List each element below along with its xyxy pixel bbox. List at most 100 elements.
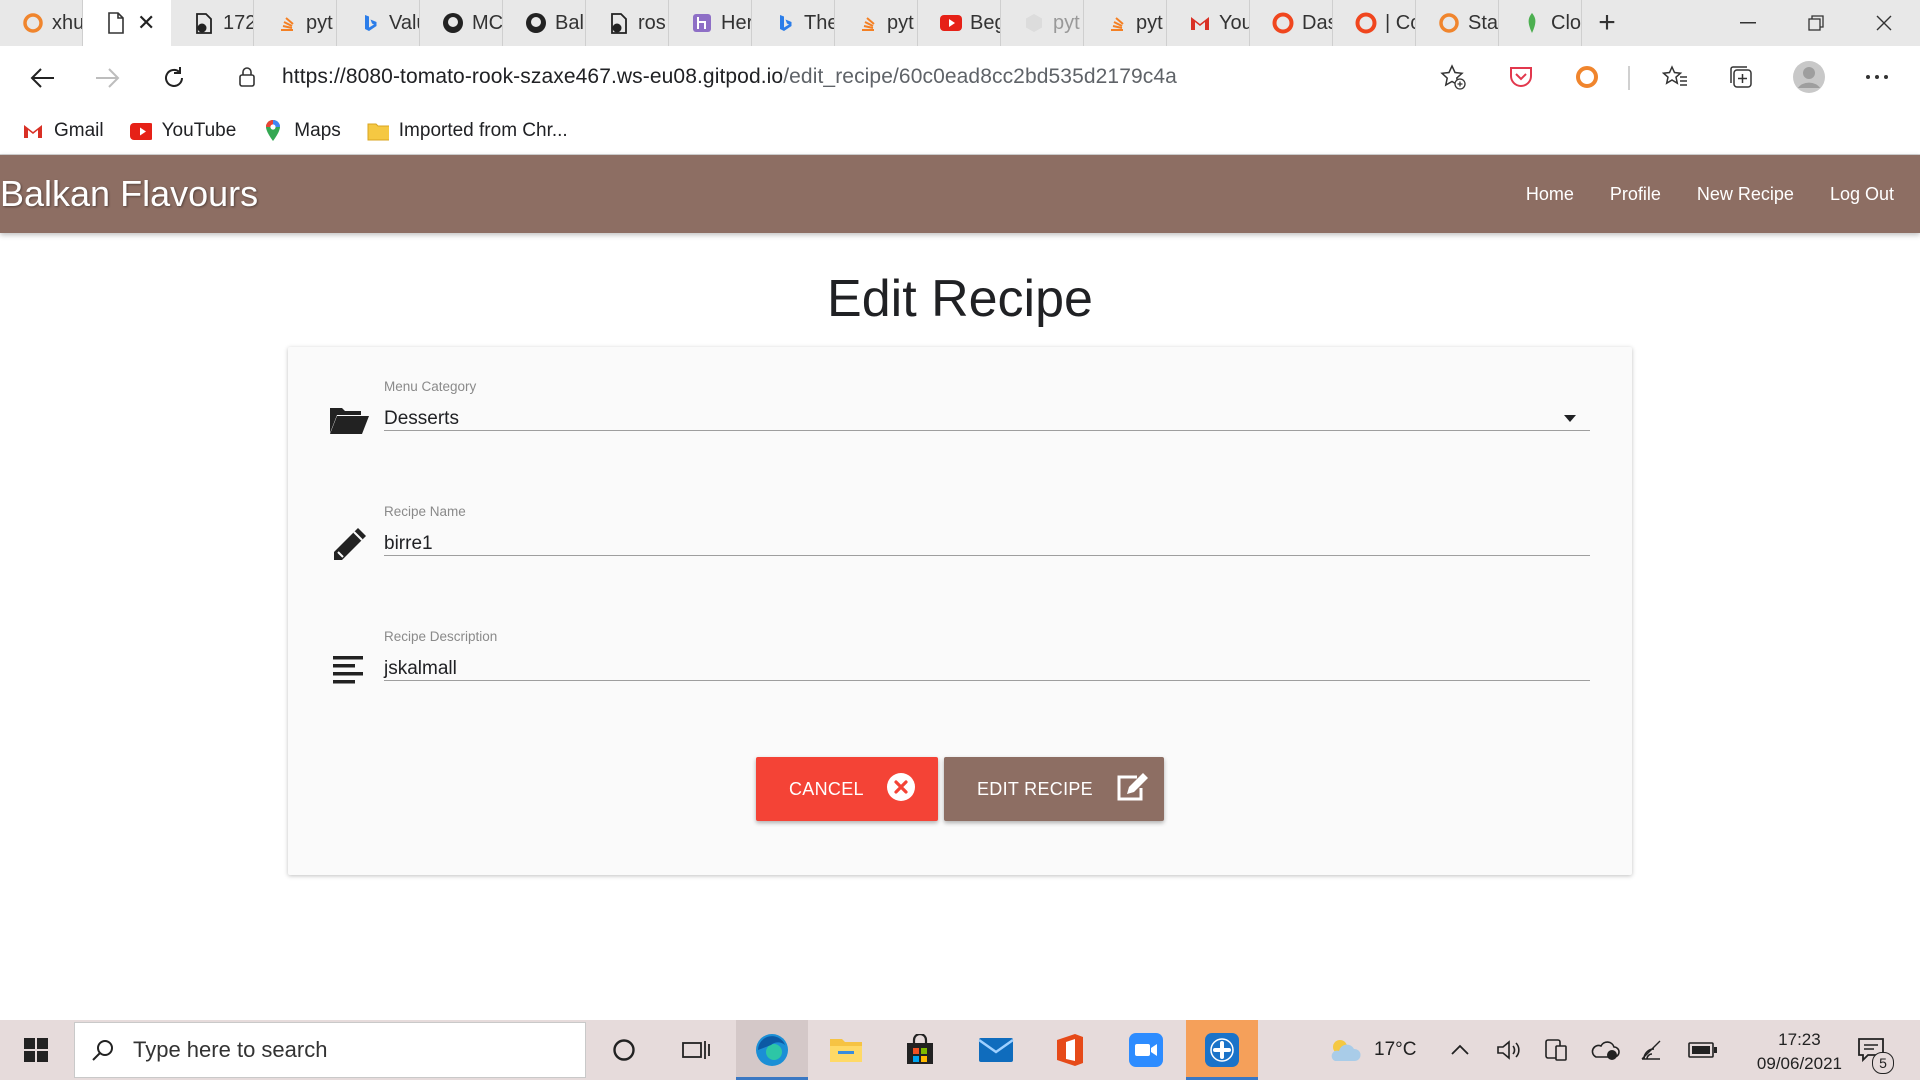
network-button[interactable] (1640, 1020, 1666, 1080)
weather-widget[interactable]: 17°C (1328, 1020, 1416, 1080)
browser-tab[interactable]: 172 (171, 0, 254, 46)
bookmark-label: Maps (294, 120, 341, 141)
browser-tab[interactable]: Beg (918, 0, 1001, 46)
tab-label: Ball (555, 11, 585, 34)
browser-tab[interactable]: The (752, 0, 835, 46)
edge-icon (756, 1034, 788, 1066)
browser-tab-active[interactable]: ✕ (83, 0, 171, 46)
slack-icon (1205, 1033, 1239, 1067)
grammarly-icon (1438, 12, 1460, 34)
browser-tab[interactable]: You (1167, 0, 1250, 46)
nav-home[interactable]: Home (1508, 184, 1592, 205)
taskbar-store[interactable] (884, 1020, 956, 1080)
taskbar-edge[interactable] (736, 1020, 808, 1080)
tab-label: | Cc (1385, 11, 1415, 34)
page-icon (105, 12, 127, 34)
taskbar-search-box[interactable]: Type here to search (74, 1022, 586, 1078)
grammarly-extension-icon[interactable] (1572, 62, 1602, 92)
browser-tab[interactable]: Ball (503, 0, 586, 46)
browser-tab[interactable]: ros (586, 0, 669, 46)
tab-label: xhu (52, 11, 82, 34)
new-tab-button[interactable]: + (1582, 0, 1632, 46)
browser-tab[interactable]: Valu (337, 0, 420, 46)
close-window-button[interactable] (1850, 0, 1918, 46)
address-bar[interactable]: https://8080-tomato-rook-szaxe467.ws-eu0… (216, 54, 1478, 100)
web-page: Balkan Flavours Home Profile New Recipe … (0, 154, 1920, 1021)
browser-tab[interactable]: pyt (1001, 0, 1084, 46)
notifications-button[interactable]: 5 (1856, 1020, 1894, 1080)
forward-arrow-icon (96, 68, 120, 88)
youtube-icon (129, 120, 152, 142)
more-options-icon[interactable] (1862, 62, 1892, 92)
cortana-button[interactable] (588, 1020, 660, 1080)
tab-label: The (804, 11, 834, 34)
pocket-icon[interactable] (1506, 62, 1536, 92)
chevron-up-icon (1451, 1044, 1469, 1055)
add-favorite-icon[interactable] (1440, 64, 1466, 95)
task-view-button[interactable] (660, 1020, 732, 1080)
field-underline (384, 555, 1590, 556)
browser-tab[interactable]: | Cc (1333, 0, 1416, 46)
start-button[interactable] (0, 1020, 72, 1080)
nav-profile[interactable]: Profile (1592, 184, 1679, 205)
search-icon (91, 1038, 115, 1062)
bookmark-folder-imported[interactable]: Imported from Chr... (367, 120, 568, 142)
mongodb-icon (1521, 12, 1543, 34)
browser-tab[interactable]: pyt (1084, 0, 1167, 46)
cancel-button[interactable]: CANCEL (756, 757, 938, 821)
menu-category-select[interactable]: Menu Category Desserts (384, 379, 1590, 431)
clock-time: 17:23 (1778, 1030, 1821, 1049)
browser-tab[interactable]: Das (1250, 0, 1333, 46)
browser-tab[interactable]: Clo (1499, 0, 1582, 46)
tab-label: Sta (1468, 11, 1498, 34)
close-tab-icon[interactable]: ✕ (137, 10, 155, 36)
clock-date: 09/06/2021 (1756, 1054, 1842, 1073)
refresh-button[interactable] (154, 58, 194, 98)
stackoverflow-icon (276, 12, 298, 34)
pencil-icon (328, 524, 370, 566)
back-button[interactable] (22, 58, 62, 98)
align-left-icon (328, 649, 370, 691)
url-path: /edit_recipe/60c0ead8cc2bd535d2179c4a (783, 65, 1177, 88)
taskbar-zoom[interactable] (1110, 1020, 1182, 1080)
browser-tab[interactable]: pyt (254, 0, 337, 46)
show-hidden-icons-button[interactable] (1450, 1020, 1470, 1080)
tab-label: pyt (1053, 11, 1080, 34)
battery-button[interactable] (1688, 1020, 1718, 1080)
favorites-icon[interactable] (1660, 62, 1690, 92)
recipe-description-label: Recipe Description (384, 629, 498, 644)
cancel-circle-icon (886, 772, 916, 807)
recipe-name-input[interactable]: Recipe Name birre1 (384, 504, 1590, 556)
taskbar-office[interactable] (1034, 1020, 1106, 1080)
edit-recipe-button[interactable]: EDIT RECIPE (944, 757, 1164, 821)
taskbar: Type here to search 17°C 17:23 09/06/202… (0, 1020, 1920, 1080)
recipe-description-input[interactable]: Recipe Description jskalmall (384, 629, 1590, 681)
clock[interactable]: 17:23 09/06/2021 (1757, 1028, 1842, 1076)
device-button[interactable] (1542, 1020, 1568, 1080)
taskbar-mail[interactable] (960, 1020, 1032, 1080)
browser-tab[interactable]: pyt (835, 0, 918, 46)
browser-tab[interactable]: Her (669, 0, 752, 46)
restore-button[interactable] (1782, 0, 1850, 46)
nav-new-recipe[interactable]: New Recipe (1679, 184, 1812, 205)
minimize-button[interactable] (1714, 0, 1782, 46)
volume-button[interactable] (1496, 1020, 1522, 1080)
profile-avatar-icon[interactable] (1792, 60, 1826, 94)
bookmark-maps[interactable]: Maps (262, 120, 341, 142)
back-arrow-icon (30, 68, 54, 88)
bookmark-gmail[interactable]: Gmail (22, 120, 104, 142)
mail-envelope-icon (978, 1038, 1014, 1062)
taskbar-file-explorer[interactable] (810, 1020, 882, 1080)
browser-tab[interactable]: MC (420, 0, 503, 46)
browser-tab[interactable]: Sta (1416, 0, 1499, 46)
brand-logo[interactable]: Balkan Flavours (0, 173, 258, 215)
github-icon (525, 12, 547, 34)
onedrive-button[interactable] (1590, 1020, 1620, 1080)
bookmark-youtube[interactable]: YouTube (129, 120, 236, 142)
browser-tab[interactable]: xhu (0, 0, 83, 46)
nav-log-out[interactable]: Log Out (1812, 184, 1912, 205)
taskbar-slack[interactable] (1186, 1020, 1258, 1080)
bookmark-label: Imported from Chr... (398, 120, 568, 141)
forward-button[interactable] (88, 58, 128, 98)
collections-icon[interactable] (1726, 62, 1756, 92)
